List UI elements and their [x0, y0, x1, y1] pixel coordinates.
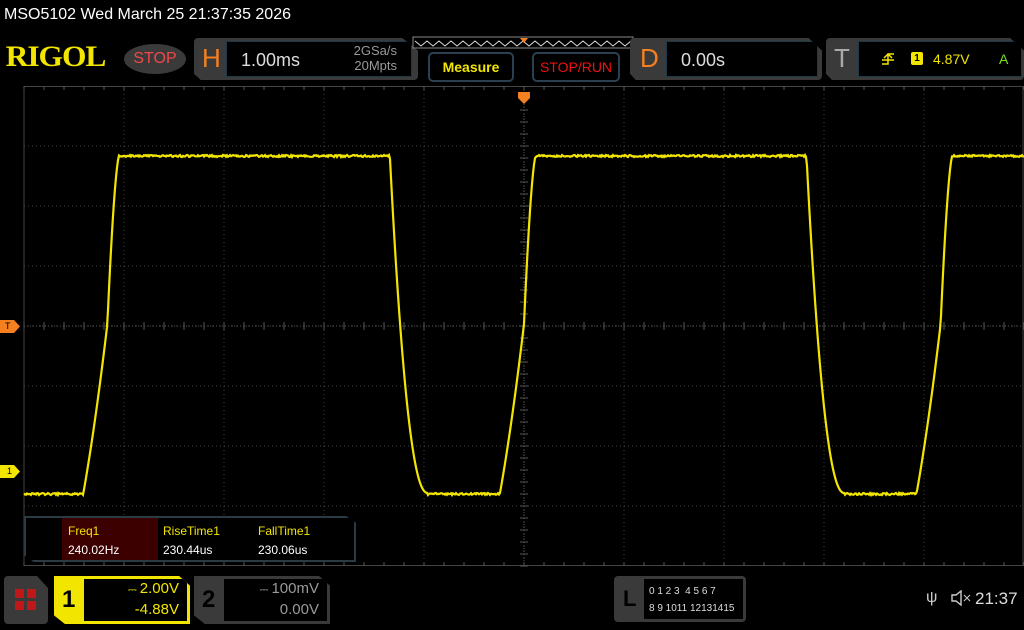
clock: 21:37	[975, 589, 1018, 609]
delay-value: 0.00s	[681, 50, 725, 71]
channel1-offset: -4.88V	[84, 600, 179, 620]
trigger-level: 4.87V	[933, 51, 970, 67]
channel1-panel[interactable]: 1 ⎓ 2.00V -4.88V	[54, 576, 190, 624]
usb-icon: ψ	[926, 589, 937, 607]
dc-coupling-icon: ⎓	[260, 584, 272, 596]
rising-edge-icon	[881, 52, 895, 66]
channel2-scale: 100mV	[271, 580, 319, 597]
delay-panel[interactable]: D 0.00s	[630, 38, 822, 80]
memory-depth: 20Mpts	[354, 58, 397, 73]
trigger-time-marker	[518, 92, 530, 104]
trigger-mode: A	[999, 51, 1008, 67]
grid-menu-icon	[14, 588, 38, 612]
channel1-scale: 2.00V	[140, 580, 179, 597]
window-title: MSO5102 Wed March 25 21:37:35 2026	[4, 6, 291, 24]
main-menu-button[interactable]	[4, 576, 48, 624]
speaker-muted-icon[interactable]	[950, 590, 972, 606]
measurement-freq: Freq1 240.02Hz	[62, 518, 158, 560]
waveform-overview	[412, 36, 636, 50]
trigger-label: T	[834, 43, 850, 74]
rigol-logo: RIGOL	[6, 40, 106, 74]
logic-panel[interactable]: L 0 1 2 3 4 5 6 78 9 1011 12131415	[614, 576, 746, 622]
measure-button[interactable]: Measure	[428, 52, 514, 82]
trigger-panel[interactable]: T 1 4.87V A	[826, 38, 1024, 80]
timebase-value: 1.00ms	[241, 50, 300, 71]
channel2-offset: 0.00V	[224, 600, 319, 620]
measurement-fall-time: FallTime1 230.06us	[252, 518, 348, 560]
horizontal-panel[interactable]: H 1.00ms 2GSa/s 20Mpts	[194, 38, 418, 80]
channel2-panel[interactable]: 2 ⎓ 100mV 0.00V	[194, 576, 330, 624]
waveform-display[interactable]	[0, 86, 1024, 570]
dc-coupling-icon: ⎓	[128, 584, 140, 596]
run-state-badge[interactable]: STOP	[124, 44, 186, 74]
sample-rate: 2GSa/s	[354, 43, 397, 58]
delay-label: D	[640, 43, 659, 74]
stop-run-button[interactable]: STOP/RUN	[532, 52, 620, 82]
horizontal-label: H	[202, 43, 221, 74]
measurement-panel: Freq1 240.02Hz RiseTime1 230.44us FallTime…	[24, 516, 356, 562]
measurement-rise-time: RiseTime1 230.44us	[157, 518, 253, 560]
trigger-source-badge: 1	[911, 52, 923, 65]
